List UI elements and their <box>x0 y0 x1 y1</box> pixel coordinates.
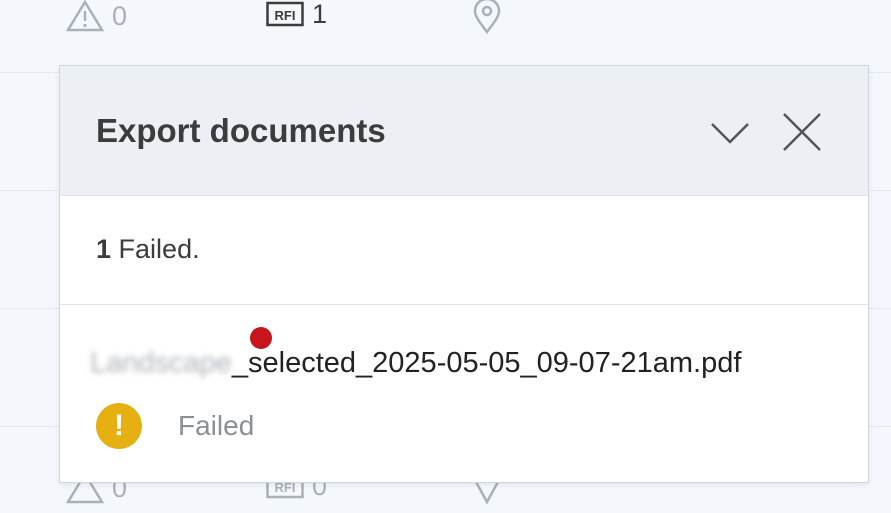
file-name: Landscape_selected_2025-05-05_09-07-21am… <box>90 347 741 380</box>
collapse-button[interactable] <box>706 108 754 156</box>
failed-summary: 1 Failed. <box>96 234 200 265</box>
rfi-stat[interactable]: RFI 1 <box>266 0 327 28</box>
file-status: ! Failed <box>96 403 254 449</box>
summary-row: 1 Failed. <box>60 196 868 305</box>
blurred-file-prefix: Landscape <box>90 347 232 379</box>
rfi-count: 1 <box>312 0 328 29</box>
warning-triangle-icon <box>66 0 104 32</box>
file-name-suffix: _selected_2025-05-05_09-07-21am.pdf <box>231 347 742 379</box>
issues-stat[interactable]: 0 <box>66 0 127 32</box>
issues-count: 0 <box>112 0 128 31</box>
panel-header: Export documents <box>60 66 868 196</box>
chevron-down-icon <box>706 108 754 156</box>
close-button[interactable] <box>778 108 826 156</box>
panel-title: Export documents <box>96 112 386 149</box>
location-stat[interactable] <box>472 0 502 34</box>
warning-circle-icon: ! <box>96 403 142 449</box>
rfi-icon: RFI <box>266 0 304 28</box>
failed-count: 1 <box>96 234 112 264</box>
failed-label: Failed. <box>118 234 200 264</box>
file-status-text: Failed <box>178 410 255 441</box>
error-indicator-dot <box>250 327 272 349</box>
export-file-item: Landscape_selected_2025-05-05_09-07-21am… <box>60 305 868 483</box>
close-icon <box>778 108 826 156</box>
svg-text:RFI: RFI <box>275 8 296 23</box>
export-documents-panel: Export documents 1 Failed. Landscape_sel… <box>59 65 869 483</box>
location-pin-icon <box>472 0 502 34</box>
